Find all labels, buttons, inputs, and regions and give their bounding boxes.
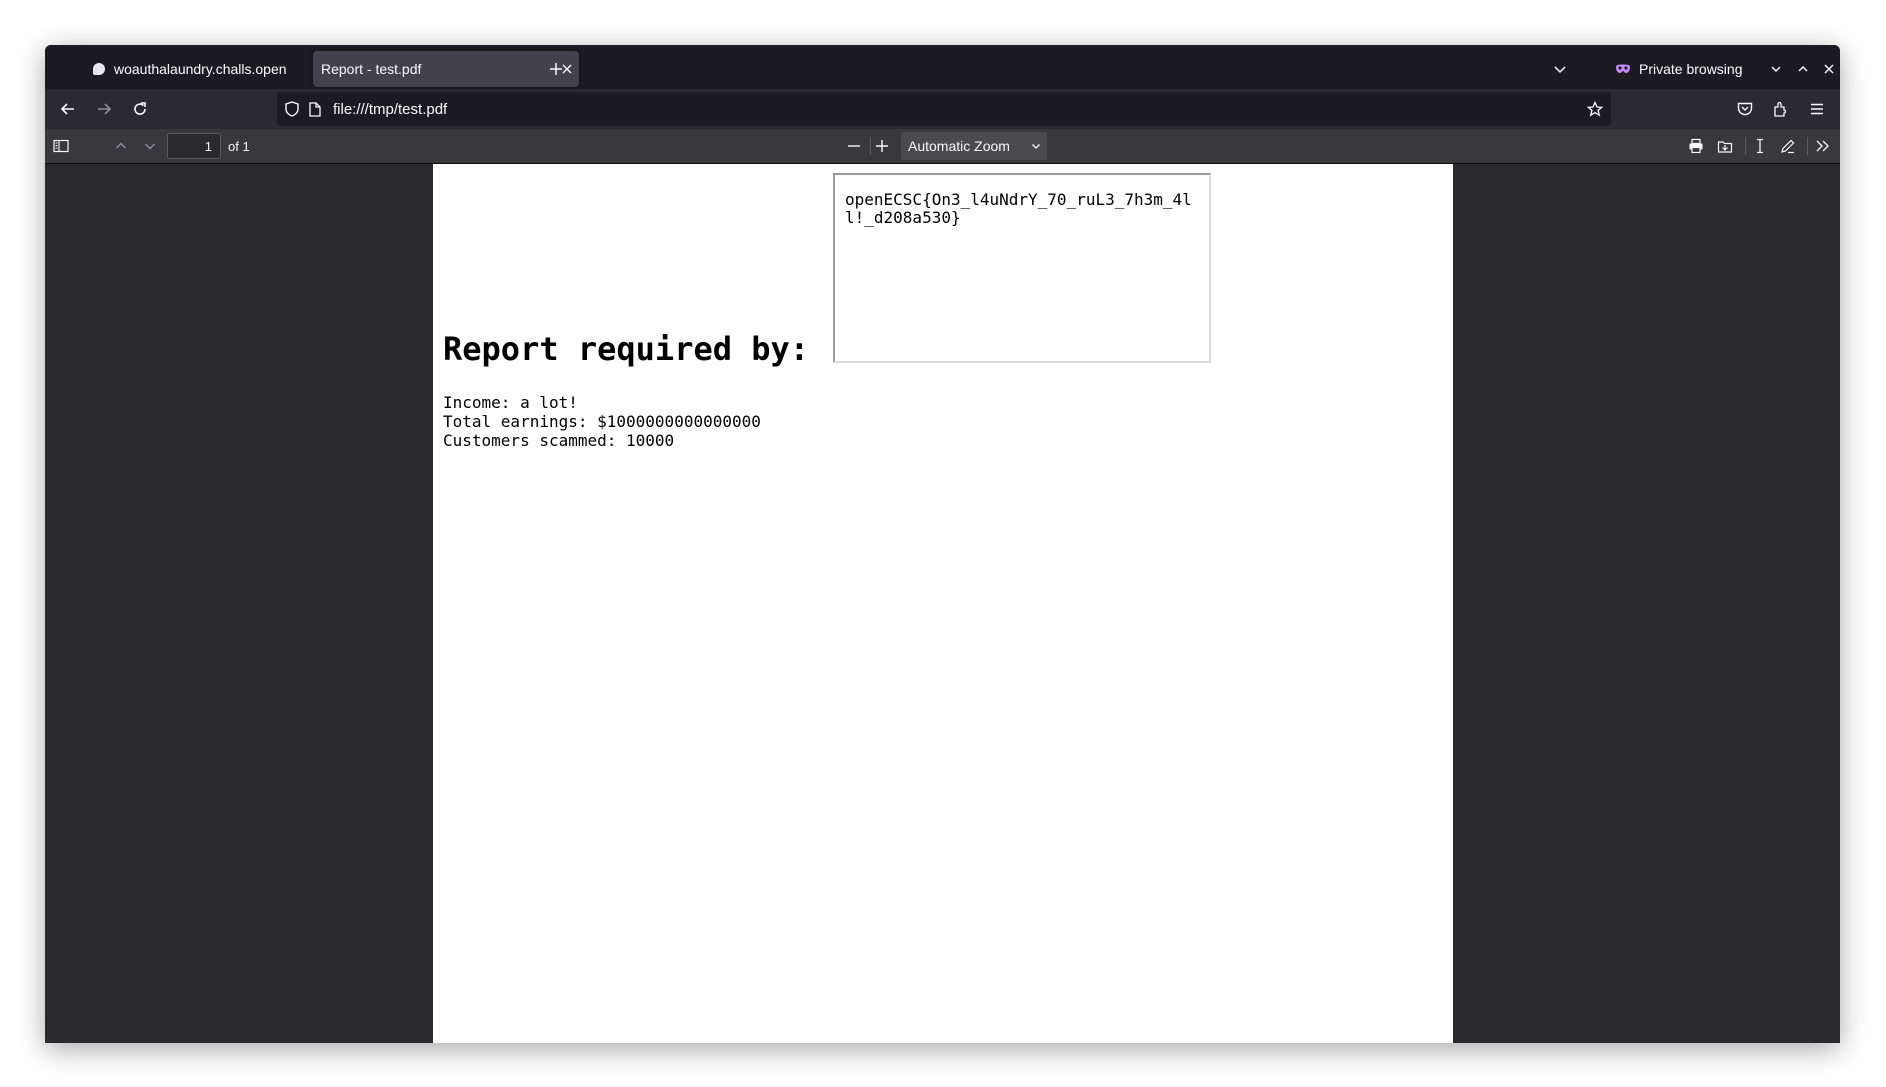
back-button[interactable]: [52, 93, 84, 125]
zoom-in-button[interactable]: [868, 132, 896, 160]
tab-title: woauthalaundry.challs.open: [114, 61, 287, 77]
income-line: Income: a lot!: [443, 393, 578, 412]
page-icon: [309, 101, 321, 117]
extensions-icon: [1773, 101, 1789, 117]
reload-button[interactable]: [124, 93, 156, 125]
browser-window: woauthalaundry.challs.open Report - test…: [45, 45, 1840, 1043]
double-chevron-icon: [1815, 139, 1831, 153]
minimize-button[interactable]: [1762, 54, 1790, 84]
page-number-input[interactable]: 1: [167, 133, 221, 159]
print-button[interactable]: [1682, 132, 1710, 160]
maximize-button[interactable]: [1789, 54, 1817, 84]
sidebar-toggle-icon: [53, 139, 69, 153]
favicon-icon: [93, 63, 105, 75]
customers-scammed-line: Customers scammed: 10000: [443, 431, 675, 450]
private-browsing-indicator: Private browsing: [1615, 51, 1743, 87]
zoom-out-button[interactable]: [840, 132, 868, 160]
close-icon: [1823, 63, 1835, 75]
tab-woauthalaundry[interactable]: woauthalaundry.challs.open: [85, 51, 347, 87]
minimize-icon: [1770, 63, 1782, 75]
sidebar-toggle-button[interactable]: [47, 132, 75, 160]
previous-page-button[interactable]: [107, 132, 135, 160]
save-icon: [1717, 138, 1733, 154]
tab-title: Report - test.pdf: [321, 61, 422, 77]
private-mask-icon: [1615, 63, 1631, 75]
shield-icon[interactable]: [285, 101, 299, 117]
url-bar[interactable]: file:///tmp/test.pdf: [277, 92, 1611, 126]
private-browsing-label: Private browsing: [1639, 61, 1743, 77]
star-icon[interactable]: [1579, 101, 1611, 117]
zoom-select[interactable]: Automatic Zoom: [901, 132, 1047, 160]
url-text[interactable]: file:///tmp/test.pdf: [333, 101, 1579, 118]
navigation-toolbar: file:///tmp/test.pdf: [45, 89, 1840, 129]
chevron-up-icon: [115, 140, 127, 152]
chevron-down-icon: [144, 140, 156, 152]
tools-menu-button[interactable]: [1809, 132, 1837, 160]
pdf-page: openECSC{On3_l4uNdrY_70_ruL3_7h3m_4ll!_d…: [433, 164, 1453, 1043]
draw-tool-button[interactable]: [1774, 132, 1802, 160]
back-icon: [60, 101, 76, 117]
extensions-button[interactable]: [1765, 93, 1797, 125]
save-button[interactable]: [1711, 132, 1739, 160]
print-icon: [1688, 138, 1704, 154]
pocket-button[interactable]: [1729, 93, 1761, 125]
tab-report-pdf[interactable]: Report - test.pdf: [313, 51, 579, 87]
pdf-toolbar: 1 of 1 Automatic Zoom: [45, 129, 1840, 164]
forward-button[interactable]: [88, 93, 120, 125]
pen-icon: [1780, 138, 1796, 154]
report-details: Income: a lot! Total earnings: $10000000…: [443, 393, 761, 450]
list-all-tabs-button[interactable]: [1545, 54, 1575, 84]
total-earnings-line: Total earnings: $1000000000000000: [443, 412, 761, 431]
page-count-label: of 1: [228, 139, 250, 154]
pdf-viewer[interactable]: openECSC{On3_l4uNdrY_70_ruL3_7h3m_4ll!_d…: [45, 164, 1840, 1043]
menu-icon: [1810, 103, 1824, 115]
window-close-button[interactable]: [1815, 54, 1840, 84]
app-menu-button[interactable]: [1801, 93, 1833, 125]
text-cursor-icon: [1754, 138, 1766, 154]
toolbar-divider: [1807, 137, 1808, 155]
plus-icon: [549, 62, 563, 76]
flag-text-box[interactable]: openECSC{On3_l4uNdrY_70_ruL3_7h3m_4ll!_d…: [833, 173, 1211, 363]
pocket-icon: [1737, 102, 1753, 116]
new-tab-button[interactable]: [541, 54, 571, 84]
next-page-button[interactable]: [136, 132, 164, 160]
chevron-down-icon: [1025, 141, 1047, 151]
tab-strip: woauthalaundry.challs.open Report - test…: [45, 45, 1840, 89]
report-heading: Report required by:: [443, 330, 810, 368]
zoom-in-icon: [875, 139, 889, 153]
zoom-out-icon: [847, 139, 861, 153]
zoom-select-value: Automatic Zoom: [908, 138, 1010, 154]
maximize-icon: [1797, 63, 1809, 75]
forward-icon: [96, 101, 112, 117]
chevron-down-icon: [1553, 62, 1567, 76]
text-tool-button[interactable]: [1746, 132, 1774, 160]
reload-icon: [132, 101, 148, 117]
